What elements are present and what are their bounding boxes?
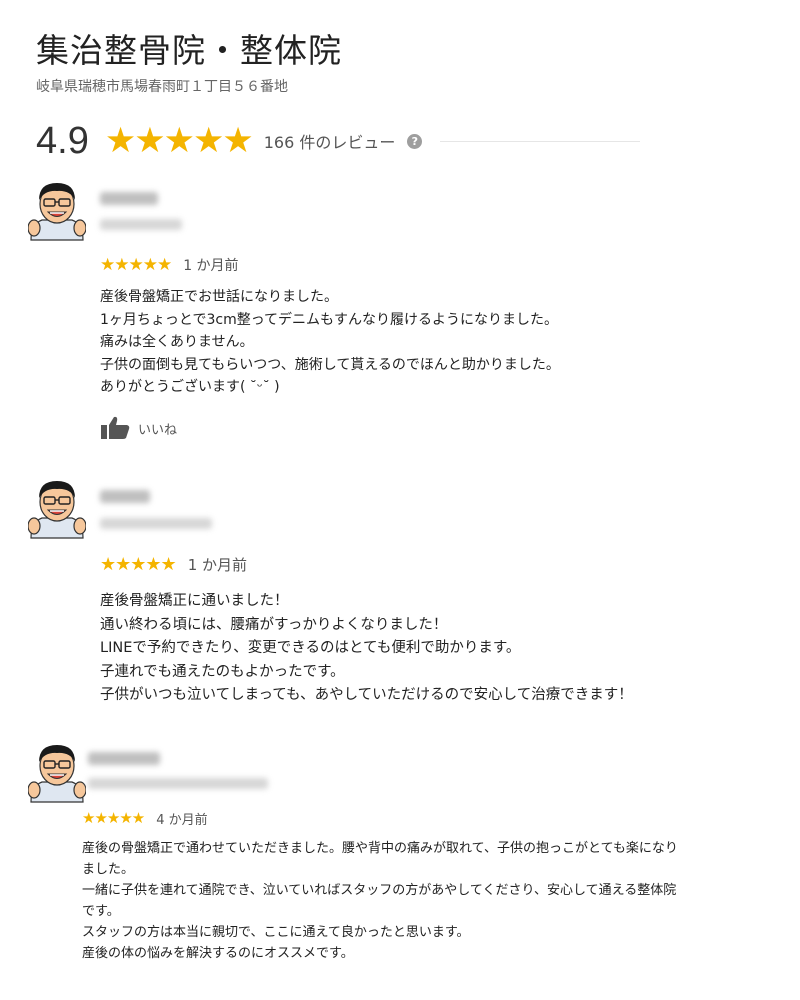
review-line: 痛みは全くありません。 [100,334,254,350]
review-rating-line: ★★★★★ 1 か月前 [100,552,247,576]
reviewer-name-blurred[interactable] [88,752,160,765]
rating-score: 4.9 [36,119,89,162]
review-line: ました。 [82,862,135,877]
review-line: です。 [82,904,120,919]
review-text: 産後骨盤矯正でお世話になりました。 1ヶ月ちょっとで3cm整ってデニムもすんなり… [100,286,560,399]
rating-summary: 4.9 ★★★★★ 166 件のレビュー ? [36,118,641,164]
like-button[interactable]: いいね [100,416,177,440]
review-line: 一緒に子供を連れて通院でき、泣いていればスタッフの方があやしてくださり、安心して… [82,883,677,898]
rating-stars: ★★★★★ [104,121,254,161]
review-line: 産後骨盤矯正に通いました！ [100,593,289,609]
business-address: 岐阜県瑞穂市馬場春雨町１丁目５６番地 [36,79,288,95]
review-text: 産後骨盤矯正に通いました！ 通い終わる頃には、腰痛がすっかりよくなりました！ L… [100,590,633,708]
review-line: 子連れでも通えたのもよかったです。 [100,663,345,680]
review-line: 産後の体の悩みを解決するのにオススメです。 [82,946,354,961]
like-label: いいね [138,422,178,438]
review-line: スタッフの方は本当に親切で、ここに通えて良かったと思います。 [82,925,470,940]
review-line: 子供がいつも泣いてしまっても、あやしていただけるので安心して治療できます！ [100,687,633,703]
review-line: ありがとうございます( ˘ᵕ˘ ) [100,379,280,395]
reviewer-meta-blurred [88,778,268,789]
review-stars: ★★★★★ [100,553,177,575]
reviewer-meta-blurred [100,219,182,230]
review-date: 1 か月前 [187,555,247,574]
reviewer-name-blurred[interactable] [100,192,158,205]
help-icon[interactable]: ? [407,133,423,149]
reviewer-name-blurred[interactable] [100,490,150,503]
review-rating-line: ★★★★★ 1 か月前 [100,254,239,276]
review-line: 1ヶ月ちょっとで3cm整ってデニムもすんなり履けるようになりました。 [100,311,559,328]
review-date: 4 か月前 [156,812,208,828]
review-line: 産後の骨盤矯正で通わせていただきました。腰や背中の痛みが取れて、子供の抱っこがと… [82,841,678,856]
avatar-icon[interactable] [28,478,86,540]
reviewer-meta-blurred [100,518,212,529]
review-stars: ★★★★★ [82,809,145,827]
review-line: LINEで予約できたり、変更できるのはとても便利で助かります。 [100,640,521,656]
thumbs-up-icon [101,416,130,439]
review-count-link[interactable]: 166 件のレビュー [264,129,396,153]
header-divider [440,140,641,142]
avatar-icon[interactable] [28,180,86,242]
review-stars: ★★★★★ [100,255,172,275]
review-rating-line: ★★★★★ 4 か月前 [82,808,208,828]
review-date: 1 か月前 [183,258,239,274]
review-line: 通い終わる頃には、腰痛がすっかりよくなりました！ [100,616,448,633]
review-line: 産後骨盤矯正でお世話になりました。 [100,289,338,305]
business-title: 集治整骨院・整体院 [36,31,342,70]
review-text: 産後の骨盤矯正で通わせていただきました。腰や背中の痛みが取れて、子供の抱っこがと… [82,838,678,964]
avatar-icon[interactable] [28,742,86,804]
review-line: 子供の面倒も見てもらいつつ、施術して貰えるのでほんと助かりました。 [100,356,560,373]
